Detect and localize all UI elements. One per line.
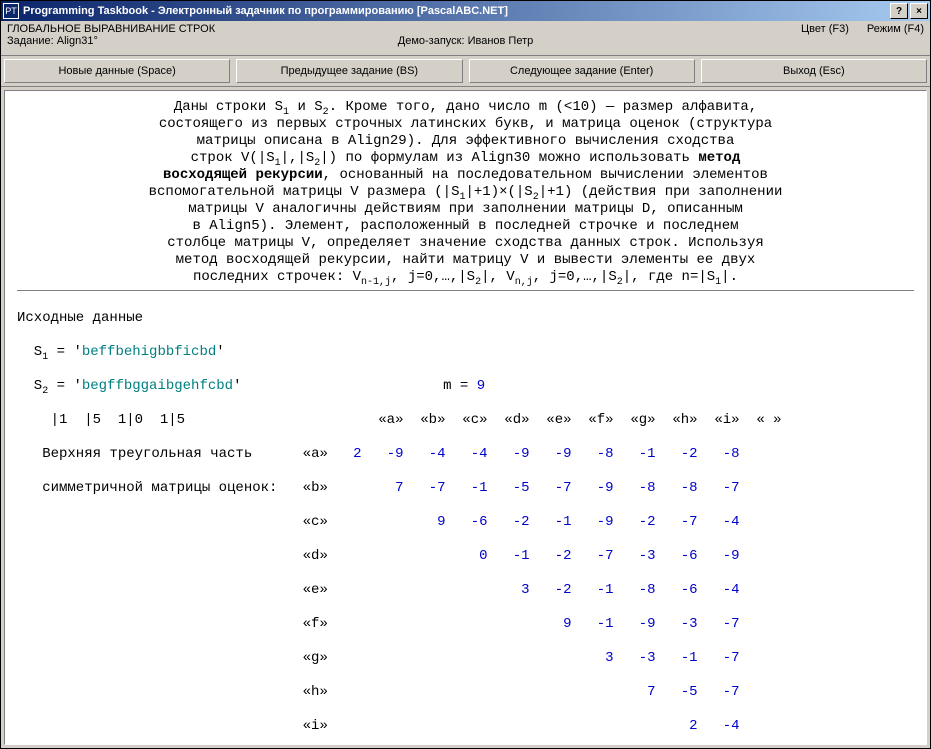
task-text: Даны строки S1 и S2. Кроме того, дано чи… bbox=[17, 99, 914, 286]
separator bbox=[17, 290, 914, 291]
task-group-label: ГЛОБАЛЬНОЕ ВЫРАВНИВАНИЕ СТРОК bbox=[7, 23, 215, 35]
app-icon: PT bbox=[3, 3, 19, 19]
exit-button[interactable]: Выход (Esc) bbox=[701, 59, 927, 83]
demo-run-label: Демо-запуск: Иванов Петр bbox=[398, 35, 533, 47]
info-bar: ГЛОБАЛЬНОЕ ВЫРАВНИВАНИЕ СТРОК Задание: A… bbox=[1, 21, 930, 56]
mode-hint[interactable]: Режим (F4) bbox=[867, 23, 924, 35]
task-id-label: Задание: Align31° bbox=[7, 35, 215, 47]
window-title: Programming Taskbook - Электронный задач… bbox=[23, 5, 888, 17]
titlebar: PT Programming Taskbook - Электронный за… bbox=[1, 1, 930, 21]
next-task-button[interactable]: Следующее задание (Enter) bbox=[469, 59, 695, 83]
close-button[interactable]: × bbox=[910, 3, 928, 19]
s2-value: begffbggaibgehfcbd bbox=[82, 378, 233, 394]
content-area: Даны строки S1 и S2. Кроме того, дано чи… bbox=[4, 90, 927, 745]
app-window: PT Programming Taskbook - Электронный за… bbox=[0, 0, 931, 749]
input-header: Исходные данные bbox=[17, 310, 143, 326]
s1-value: beffbehigbbficbd bbox=[82, 344, 216, 360]
m-value: 9 bbox=[477, 378, 485, 394]
prev-task-button[interactable]: Предыдущее задание (BS) bbox=[236, 59, 462, 83]
input-section: Исходные данные S1 = 'beffbehigbbficbd' … bbox=[17, 293, 914, 745]
color-hint[interactable]: Цвет (F3) bbox=[801, 23, 849, 35]
new-data-button[interactable]: Новые данные (Space) bbox=[4, 59, 230, 83]
button-row: Новые данные (Space) Предыдущее задание … bbox=[1, 56, 930, 87]
help-button[interactable]: ? bbox=[890, 3, 908, 19]
